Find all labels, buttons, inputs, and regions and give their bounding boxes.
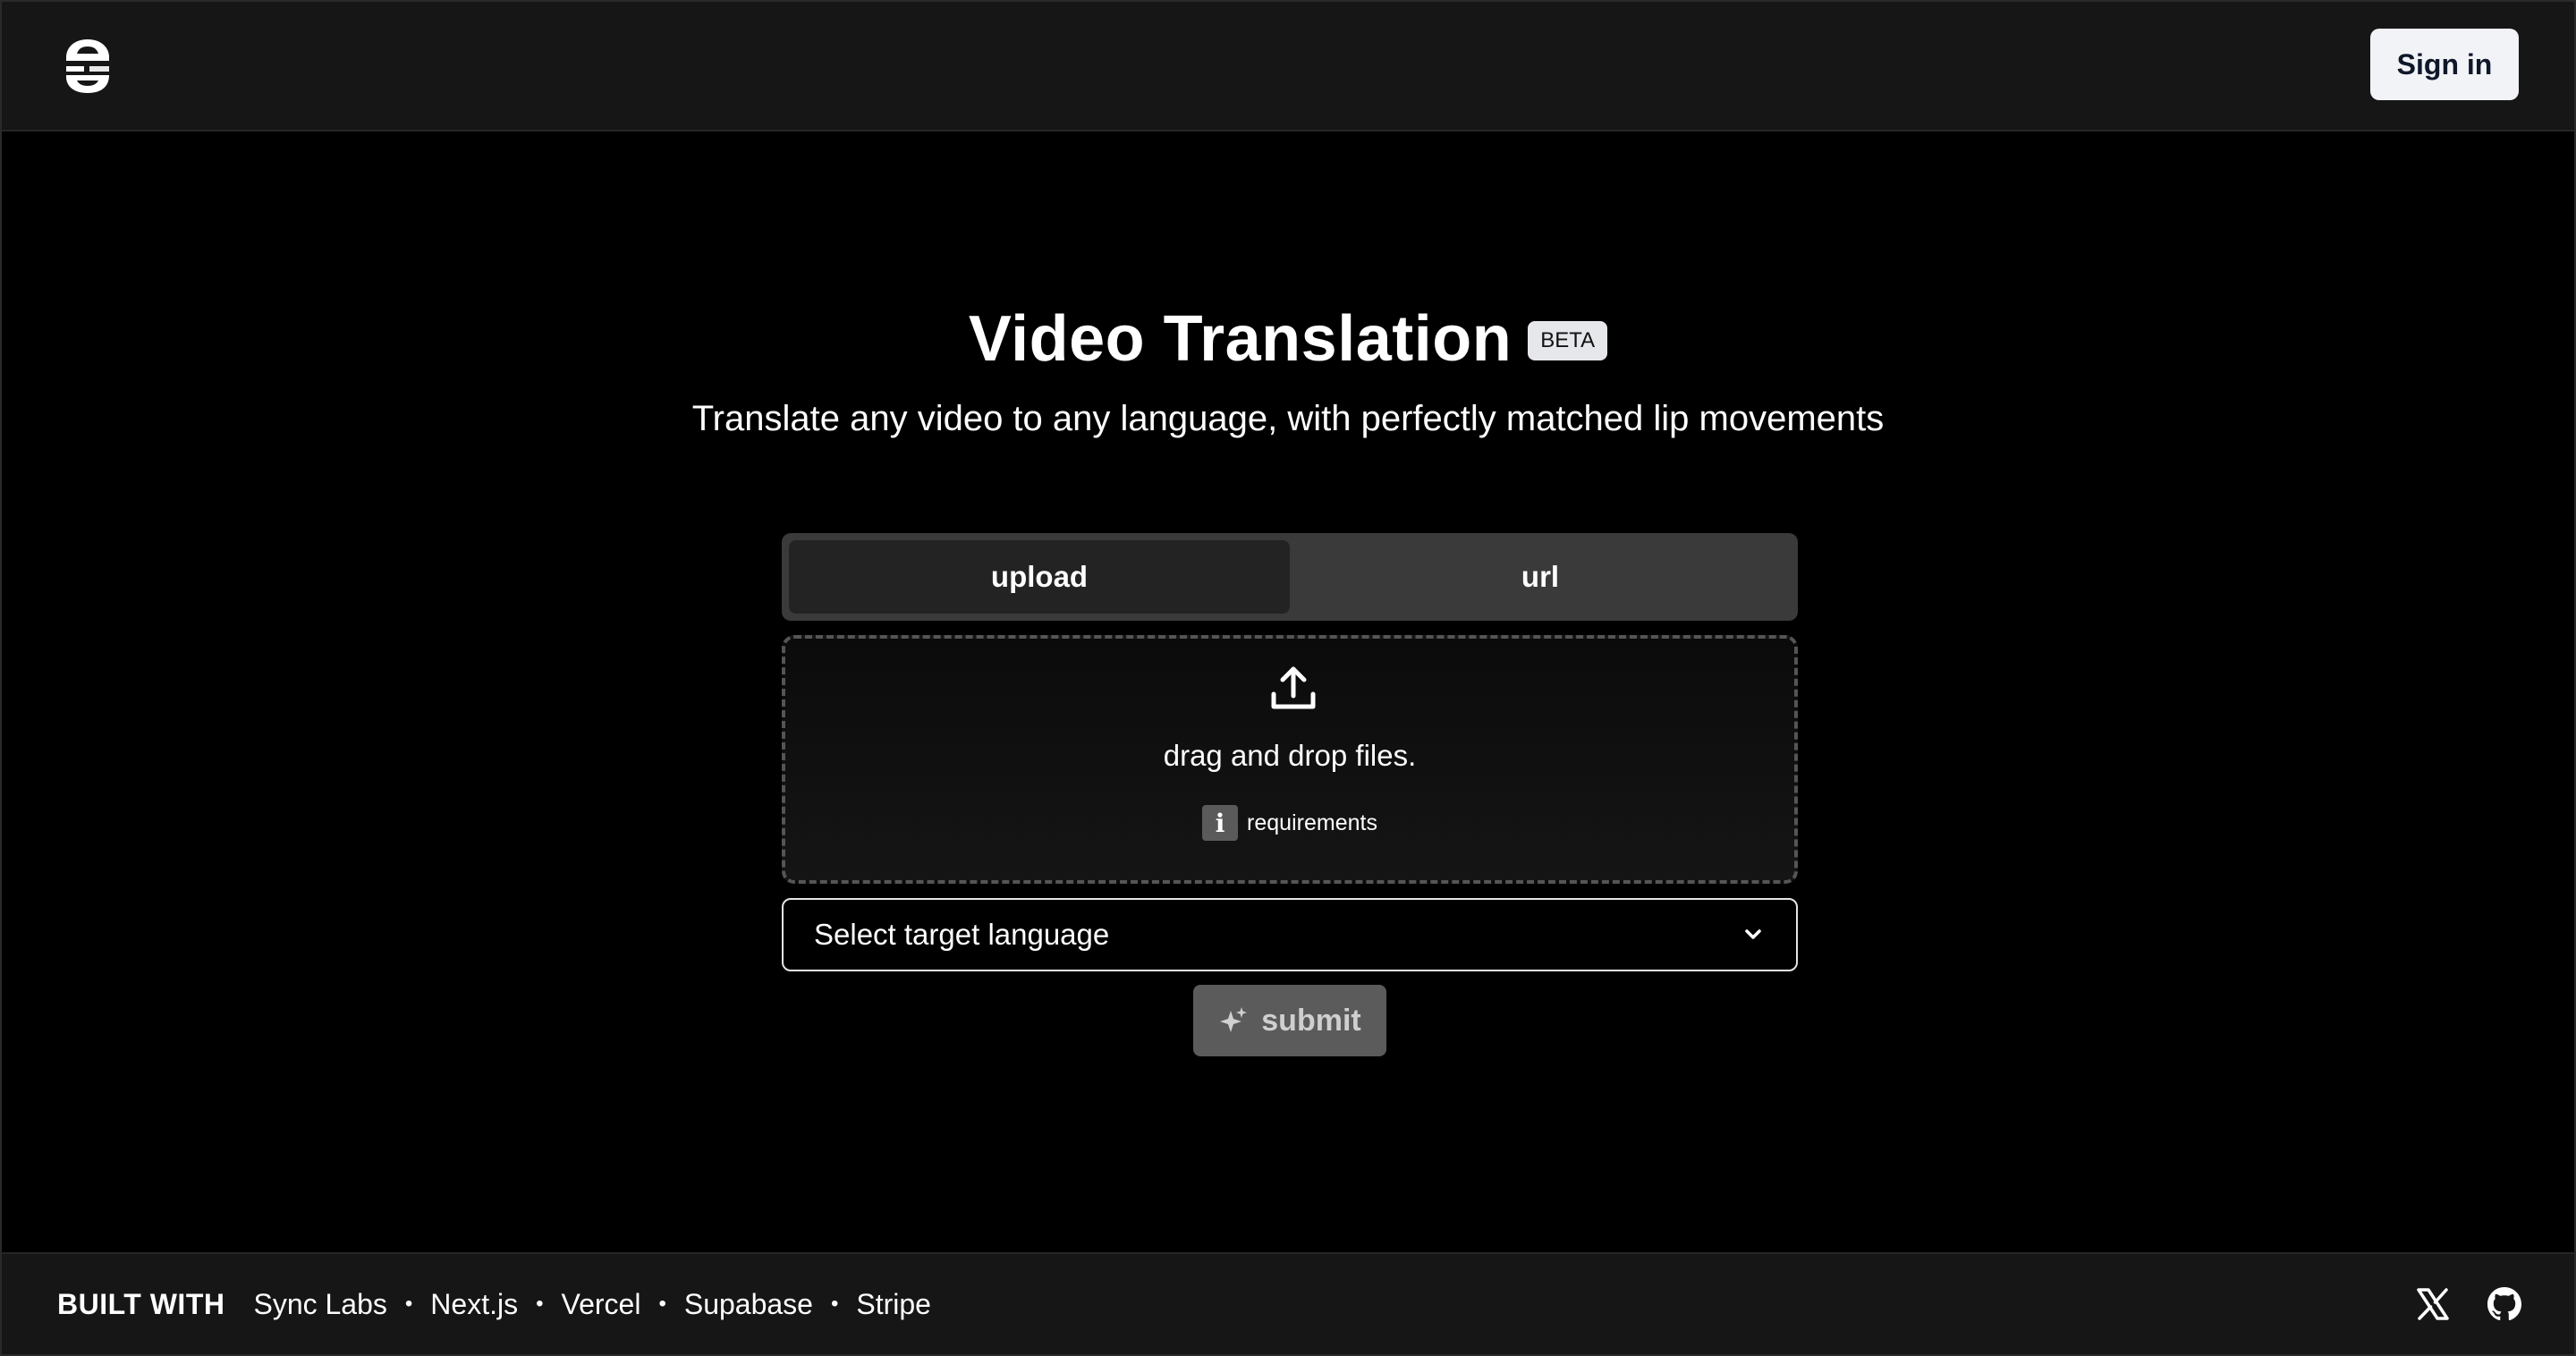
top-header: Sign in [2,2,2574,131]
footer-link-stripe[interactable]: Stripe [856,1288,931,1321]
info-icon: i [1202,805,1239,841]
footer-link-supabase[interactable]: Supabase [684,1288,813,1321]
submit-label: submit [1261,1003,1361,1038]
app-window: Sign in Video Translation BETA Translate… [0,0,2576,1356]
footer-link-nextjs[interactable]: Next.js [430,1288,518,1321]
target-language-placeholder: Select target language [814,918,1110,951]
x-icon[interactable] [2413,1284,2453,1324]
footer-separator: • [658,1292,666,1316]
tab-upload[interactable]: upload [789,540,1290,614]
sign-in-button[interactable]: Sign in [2370,29,2519,100]
footer-links: Sync Labs • Next.js • Vercel • Supabase … [253,1288,931,1321]
footer-link-vercel[interactable]: Vercel [562,1288,641,1321]
dropzone-text: drag and drop files. [1163,739,1417,772]
chevron-down-icon [1745,929,1761,939]
tab-url[interactable]: url [1290,540,1791,614]
social-links [2413,1284,2524,1324]
hero-title-row: Video Translation BETA [2,302,2574,376]
built-with-label: BUILT WITH [57,1287,225,1320]
footer-separator: • [830,1292,839,1316]
sparkles-icon [1220,1007,1248,1032]
source-tabs: upload url [782,533,1798,621]
beta-badge: BETA [1528,321,1608,360]
requirements-label: requirements [1247,809,1377,835]
footer-separator: • [536,1292,544,1316]
page-subtitle: Translate any video to any language, wit… [691,399,1885,438]
requirements-link[interactable]: i requirements [785,805,1794,841]
page-footer: BUILT WITH Sync Labs • Next.js • Vercel … [2,1252,2574,1354]
file-dropzone[interactable]: drag and drop files. i requirements [782,635,1798,884]
submit-button[interactable]: submit [1193,985,1386,1056]
github-icon[interactable] [2485,1284,2524,1324]
upload-icon [1271,666,1316,709]
target-language-select[interactable]: Select target language [782,898,1798,971]
footer-link-sync-labs[interactable]: Sync Labs [253,1288,386,1321]
sync-labs-logo-icon[interactable] [63,36,113,97]
page-title: Video Translation [968,303,1513,375]
footer-separator: • [404,1292,413,1316]
